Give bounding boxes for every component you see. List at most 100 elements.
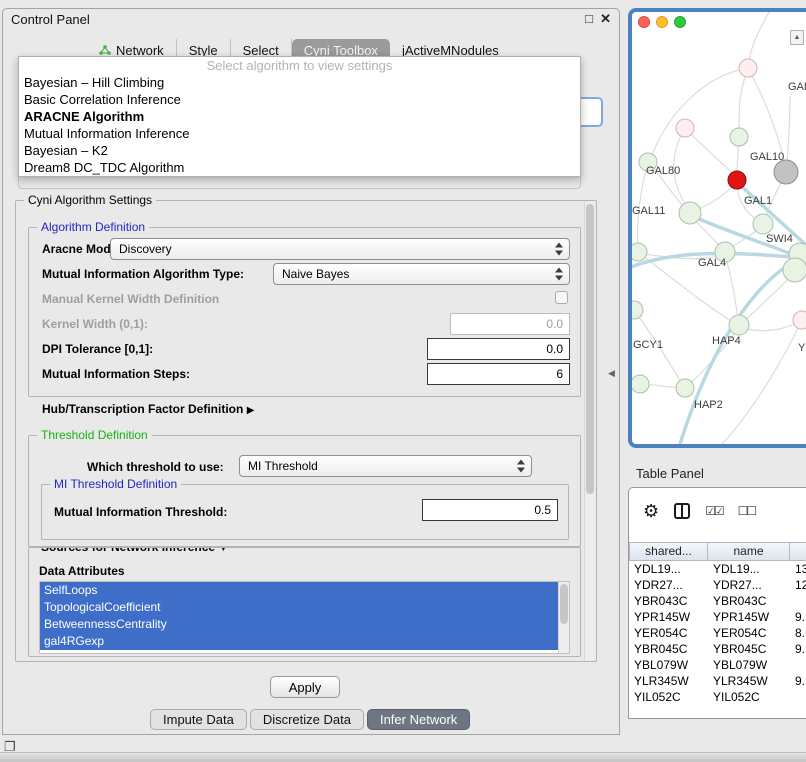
network-node[interactable] [632, 375, 649, 393]
apply-button[interactable]: Apply [270, 676, 340, 698]
aracne-mode-select[interactable]: Discovery [110, 238, 570, 260]
attribute-item[interactable]: BetweennessCentrality [40, 616, 569, 633]
table-row[interactable]: YBR043CYBR043C [629, 593, 806, 609]
network-edge[interactable] [725, 254, 738, 322]
attribute-item[interactable]: SelfLoops [40, 582, 569, 599]
network-node[interactable] [730, 128, 748, 146]
tab-impute-data[interactable]: Impute Data [150, 709, 247, 730]
mi-steps-field[interactable]: 6 [427, 363, 570, 385]
network-node[interactable] [739, 59, 757, 77]
table-row[interactable]: YIL052CYIL052C [629, 689, 806, 705]
tab-infer-network[interactable]: Infer Network [367, 709, 470, 730]
algorithm-popup: Select algorithm to view settings Bayesi… [18, 56, 581, 177]
apply-button-label: Apply [289, 680, 322, 695]
attribute-item[interactable]: TopologicalCoefficient [40, 599, 569, 616]
sources-group: Sources for Network Inference ▼ Data Att… [28, 547, 581, 657]
table-row[interactable]: YER054CYER054C8. [629, 625, 806, 641]
window-controls [638, 16, 686, 28]
splitter-collapse-icon[interactable]: ◀ [608, 368, 615, 379]
network-edge[interactable] [650, 68, 748, 160]
columns-icon[interactable] [674, 503, 690, 519]
algorithm-option[interactable]: ARACNE Algorithm [19, 108, 580, 125]
table-row[interactable]: YDR27...YDR27...12 [629, 577, 806, 593]
table-panel-title: Table Panel [636, 466, 704, 481]
mi-threshold-value: 0.5 [534, 503, 551, 517]
table-row[interactable]: YDL19...YDL19...13 [629, 561, 806, 577]
kernel-width-field[interactable]: 0.0 [450, 313, 570, 335]
attributes-scrollbar-thumb[interactable] [560, 584, 568, 624]
algorithm-option[interactable]: Dream8 DC_TDC Algorithm [19, 159, 580, 176]
close-window-icon[interactable]: ✕ [600, 11, 611, 27]
table-row[interactable]: YPR145WYPR145W9. [629, 609, 806, 625]
network-node[interactable] [783, 258, 806, 282]
deselect-all-checkboxes-icon[interactable]: ☐☐ [738, 504, 756, 518]
kernel-width-label: Kernel Width (0,1): [42, 317, 148, 331]
network-edge[interactable] [739, 68, 748, 136]
network-scroll-up-button[interactable]: ▲ [790, 30, 804, 45]
algorithm-option[interactable]: Mutual Information Inference [19, 125, 580, 142]
table-cell: 9. [790, 641, 806, 657]
attribute-item[interactable]: gal4RGexp [40, 633, 569, 650]
network-node[interactable] [632, 243, 647, 261]
network-edge[interactable] [685, 128, 735, 176]
settings-scrollbar[interactable] [584, 202, 595, 660]
algorithm-option[interactable]: Bayesian – K2 [19, 142, 580, 159]
column-header-name[interactable]: name [708, 542, 790, 561]
mi-threshold-field[interactable]: 0.5 [422, 499, 558, 521]
dpi-tolerance-field[interactable]: 0.0 [427, 338, 570, 360]
mi-threshold-label: Mutual Information Threshold: [54, 505, 227, 519]
algorithm-option[interactable]: Bayesian – Hill Climbing [19, 74, 580, 91]
manual-kernel-label: Manual Kernel Width Definition [42, 292, 219, 306]
network-node[interactable] [728, 171, 746, 189]
node-label: HAP4 [712, 335, 741, 347]
network-canvas[interactable]: GALGAL80GAL10GAL11GAL1SWI4GAL4GCY1HAP4HA… [632, 12, 806, 444]
table-row[interactable]: YLR345WYLR345W9. [629, 673, 806, 689]
mi-threshold-definition-group: MI Threshold Definition Mutual Informati… [41, 484, 569, 540]
table-cell: YDL19... [629, 561, 708, 577]
manual-kernel-checkbox[interactable] [555, 291, 568, 304]
kernel-width-value: 0.0 [546, 317, 563, 331]
attributes-scrollbar[interactable] [558, 582, 569, 653]
tab-discretize-data[interactable]: Discretize Data [250, 709, 364, 730]
network-node[interactable] [793, 311, 806, 329]
gear-icon[interactable]: ⚙ [643, 502, 659, 520]
network-node[interactable] [774, 160, 798, 184]
which-threshold-select[interactable]: MI Threshold [239, 455, 532, 477]
network-node[interactable] [676, 119, 694, 137]
network-edge[interactable] [748, 12, 772, 66]
column-header-shared[interactable]: shared... [629, 542, 708, 561]
combo-arrows-icon [517, 460, 526, 473]
node-label: GAL [788, 81, 806, 93]
network-node[interactable] [729, 315, 749, 335]
which-threshold-label: Which threshold to use: [87, 460, 224, 474]
settings-scrollbar-thumb[interactable] [586, 204, 594, 494]
node-label: GAL10 [750, 151, 784, 163]
select-all-checkboxes-icon[interactable]: ☑☑ [705, 504, 723, 518]
network-node[interactable] [676, 379, 694, 397]
hub-section-toggle[interactable]: Hub/Transcription Factor Definition ▶ [42, 402, 254, 416]
node-label: GAL4 [698, 257, 726, 269]
minimize-traffic-light[interactable] [656, 16, 668, 28]
table-toolbar: ⚙ ☑☑ ☐☐ [643, 502, 755, 520]
data-attributes-list: SelfLoopsTopologicalCoefficientBetweenne… [39, 581, 570, 654]
algorithm-option[interactable]: Basic Correlation Inference [19, 91, 580, 108]
network-node[interactable] [632, 301, 643, 319]
restore-window-icon[interactable]: □ [585, 11, 593, 26]
table-row[interactable]: YBL079WYBL079W [629, 657, 806, 673]
table-cell: 13 [790, 561, 806, 577]
table-row[interactable]: YBR045CYBR045C9. [629, 641, 806, 657]
tab-label: Discretize Data [263, 712, 351, 727]
network-node[interactable] [679, 202, 701, 224]
close-traffic-light[interactable] [638, 16, 650, 28]
zoom-traffic-light[interactable] [674, 16, 686, 28]
node-label: GCY1 [633, 339, 663, 351]
table-cell: 12 [790, 577, 806, 593]
column-header-extra[interactable] [790, 542, 806, 561]
mi-type-select[interactable]: Naive Bayes [273, 263, 570, 285]
sources-group-toggle[interactable]: Sources for Network Inference ▼ [37, 547, 232, 554]
combo-arrows-icon [555, 268, 564, 281]
network-node[interactable] [753, 214, 773, 234]
algorithm-popup-placeholder: Select algorithm to view settings [19, 57, 580, 74]
mi-steps-value: 6 [556, 367, 563, 381]
algorithm-definition-title: Algorithm Definition [37, 220, 149, 234]
